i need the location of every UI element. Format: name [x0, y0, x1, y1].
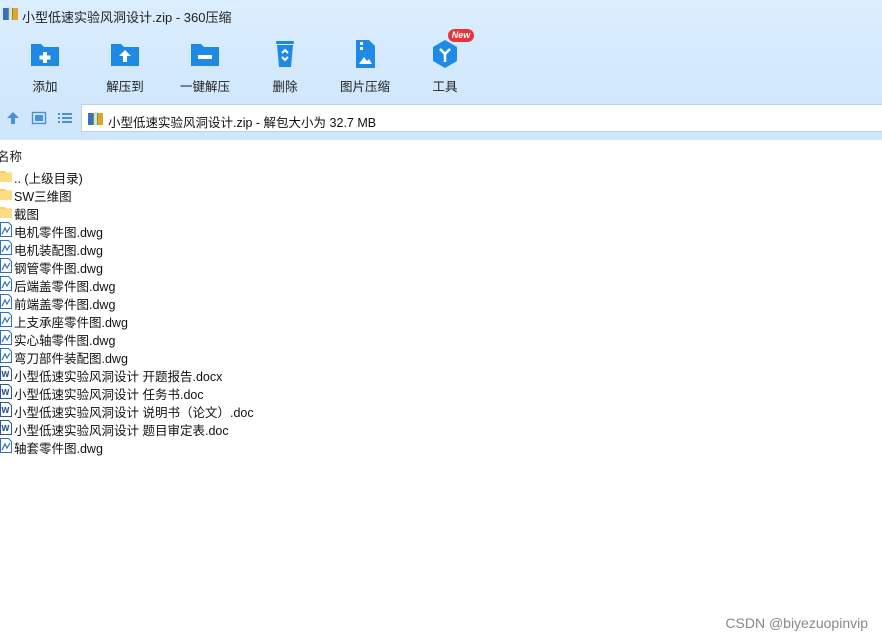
svg-text:W: W [1, 388, 10, 397]
dwg-file-icon [0, 348, 12, 363]
folder-extract-icon [191, 44, 219, 66]
word-doc-icon: W [0, 384, 12, 399]
list-item[interactable]: 实心轴零件图.dwg [0, 329, 400, 348]
tools-label: 工具 [432, 80, 458, 94]
list-item[interactable]: 钢管零件图.dwg [0, 257, 400, 276]
recycle-bin-icon [276, 41, 294, 67]
extract-to-label: 解压到 [106, 80, 144, 94]
up-arrow-icon[interactable] [5, 110, 21, 126]
list-view-icon[interactable] [57, 110, 73, 126]
watermark: CSDN @biyezuopinvip [725, 615, 868, 631]
new-badge: New [448, 29, 474, 42]
list-item[interactable]: W 小型低速实验风洞设计 开题报告.docx [0, 365, 400, 384]
dwg-file-icon [0, 258, 12, 273]
title-bar: 小型低速实验风洞设计.zip - 360压缩 [0, 0, 882, 28]
list-header: 名称 [0, 145, 882, 165]
extract-to-button[interactable]: 解压到 [93, 32, 157, 94]
list-item[interactable]: 截图 [0, 203, 400, 222]
dwg-file-icon [0, 294, 12, 309]
folder-add-icon [31, 44, 59, 66]
path-field[interactable]: 小型低速实验风洞设计.zip - 解包大小为 32.7 MB [81, 104, 882, 132]
image-zip-icon [356, 40, 375, 68]
list-item[interactable]: .. (上级目录) [0, 167, 400, 186]
list-item[interactable]: 电机装配图.dwg [0, 239, 400, 258]
folder-icon [0, 189, 12, 200]
image-compress-label: 图片压缩 [339, 80, 390, 94]
file-list: .. (上级目录) SW三维图 截图 电机零件图.dwg 电机装配图.dwg 钢管零件图.… [0, 167, 882, 456]
word-doc-icon: W [0, 420, 12, 435]
list-item[interactable]: W 小型低速实验风洞设计 说明书（论文）.doc [0, 401, 400, 420]
list-item[interactable]: 轴套零件图.dwg [0, 437, 400, 456]
one-click-extract-label: 一键解压 [179, 80, 230, 94]
one-click-extract-button[interactable]: 一键解压 [173, 32, 237, 94]
word-doc-icon: W [0, 402, 12, 417]
dwg-file-icon [0, 312, 12, 327]
app-window: 小型低速实验风洞设计.zip - 360压缩 添加 解压到 一键解压 删除 图片… [0, 0, 882, 641]
list-item[interactable]: 上支承座零件图.dwg [0, 311, 400, 330]
zip-archive-icon [3, 7, 18, 20]
list-item[interactable]: W 小型低速实验风洞设计 题目审定表.doc [0, 419, 400, 438]
list-item[interactable]: 后端盖零件图.dwg [0, 275, 400, 294]
svg-text:W: W [1, 370, 10, 379]
window-title: 小型低速实验风洞设计.zip - 360压缩 [22, 10, 232, 25]
list-item[interactable]: SW三维图 [0, 185, 400, 204]
word-doc-icon: W [0, 366, 12, 381]
list-item[interactable]: 电机零件图.dwg [0, 221, 400, 240]
delete-label: 删除 [272, 80, 298, 94]
add-label: 添加 [32, 80, 58, 94]
dwg-file-icon [0, 276, 12, 291]
list-item[interactable]: 前端盖零件图.dwg [0, 293, 400, 312]
delete-button[interactable]: 删除 [253, 32, 317, 94]
folder-icon [0, 207, 12, 218]
thumbnail-view-icon[interactable] [31, 110, 47, 126]
path-text: 小型低速实验风洞设计.zip - 解包大小为 32.7 MB [108, 116, 377, 130]
svg-text:W: W [1, 424, 10, 433]
add-button[interactable]: 添加 [13, 32, 77, 94]
column-header-name[interactable]: 名称 [0, 146, 22, 165]
svg-text:W: W [1, 406, 10, 415]
dwg-file-icon [0, 438, 12, 453]
tools-button[interactable]: New 工具 [413, 29, 477, 94]
dwg-file-icon [0, 330, 12, 345]
window-chrome: 小型低速实验风洞设计.zip - 360压缩 添加 解压到 一键解压 删除 图片… [0, 0, 882, 140]
main-toolbar: 添加 解压到 一键解压 删除 图片压缩 New 工具 [0, 29, 882, 96]
address-bar: 小型低速实验风洞设计.zip - 解包大小为 32.7 MB [0, 103, 882, 133]
image-compress-button[interactable]: 图片压缩 [333, 32, 397, 94]
dwg-file-icon [0, 240, 12, 255]
list-item[interactable]: W 小型低速实验风洞设计 任务书.doc [0, 383, 400, 402]
zip-archive-icon [88, 112, 103, 125]
file-name: 轴套零件图.dwg [14, 442, 103, 456]
tools-cube-icon [433, 40, 457, 68]
folder-upload-icon [111, 44, 139, 66]
list-item[interactable]: 弯刀部件装配图.dwg [0, 347, 400, 366]
folder-icon [0, 171, 12, 182]
dwg-file-icon [0, 222, 12, 237]
